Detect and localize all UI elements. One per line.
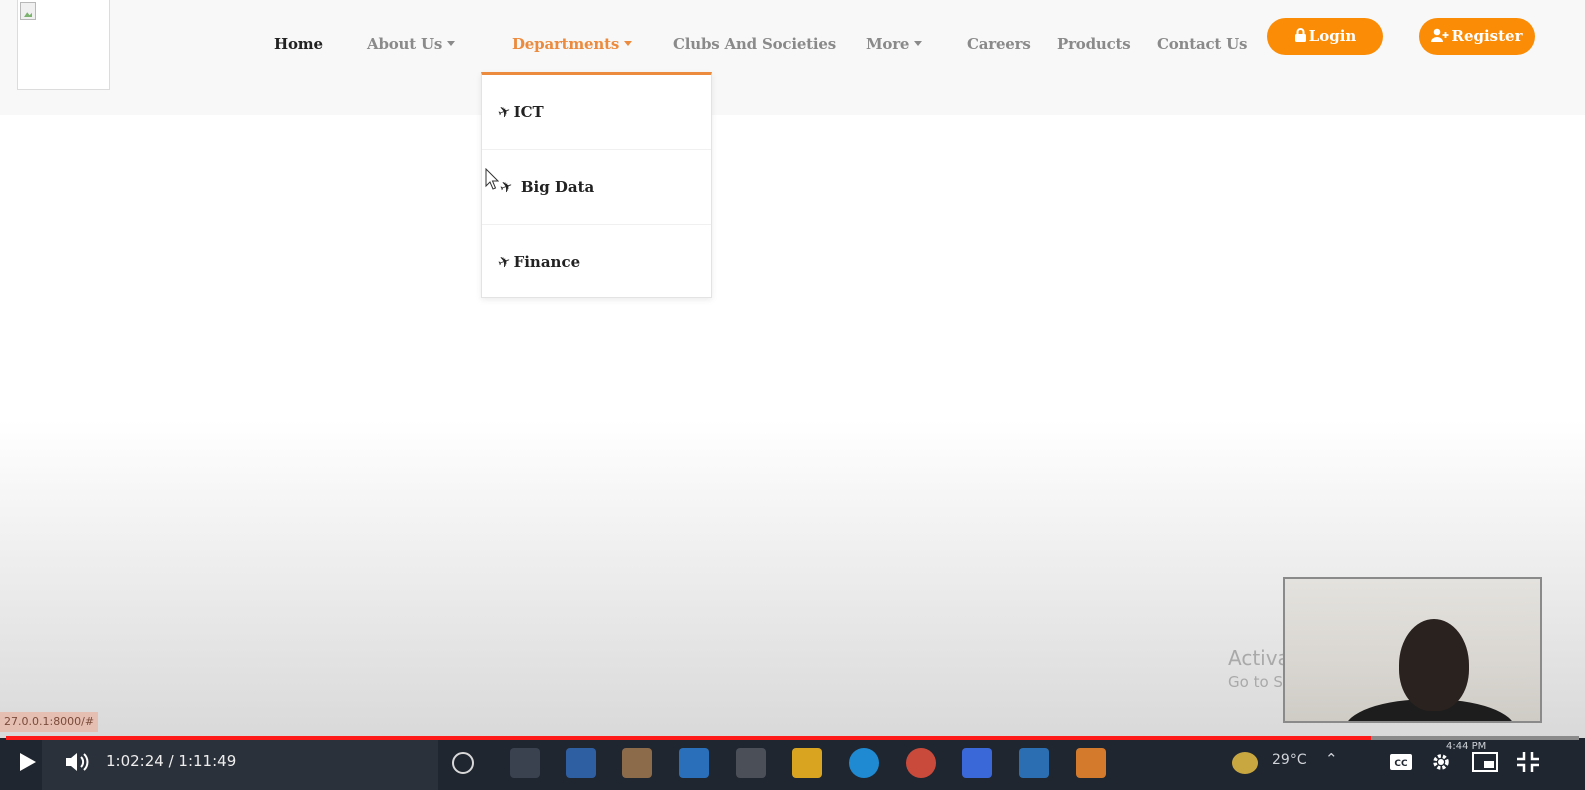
- volume-icon: [66, 752, 89, 771]
- tray-chevron-up-icon[interactable]: ⌃: [1325, 750, 1338, 768]
- caret-down-icon: [447, 41, 456, 46]
- file-explorer-icon[interactable]: [792, 748, 822, 778]
- nav-contact-us[interactable]: Contact Us: [1157, 32, 1248, 56]
- mail-icon[interactable]: [679, 748, 709, 778]
- watermark-subtitle: Go to S: [1228, 673, 1283, 691]
- dropdown-item-finance[interactable]: ✈Finance: [482, 224, 711, 298]
- play-button[interactable]: [18, 746, 38, 776]
- task-view-icon[interactable]: [510, 748, 540, 778]
- login-label: Login: [1308, 27, 1357, 45]
- mouse-pointer-icon: [485, 168, 499, 190]
- xampp-icon[interactable]: [1076, 748, 1106, 778]
- svg-text:CC: CC: [1394, 759, 1408, 769]
- exit-fullscreen-icon: [1517, 751, 1539, 772]
- caret-down-icon: [624, 41, 633, 46]
- volume-button[interactable]: [64, 746, 92, 776]
- taskbar-search-box[interactable]: [42, 738, 438, 790]
- exit-fullscreen-button[interactable]: [1516, 746, 1540, 776]
- windows-taskbar: [0, 738, 1585, 790]
- video-progress-fill: [6, 736, 1372, 740]
- nav-more-label: More: [866, 35, 910, 53]
- captions-button[interactable]: CC: [1389, 746, 1413, 776]
- nav-more[interactable]: More: [866, 32, 923, 56]
- captions-icon: CC: [1390, 753, 1412, 770]
- nav-departments-label: Departments: [512, 35, 620, 53]
- nav-clubs-and-societies[interactable]: Clubs And Societies: [673, 32, 836, 56]
- settings-button[interactable]: [1430, 746, 1452, 776]
- watermark-title: Activa: [1228, 646, 1290, 670]
- register-label: Register: [1451, 27, 1523, 45]
- nav-about-us-label: About Us: [367, 35, 443, 53]
- dropdown-item-ict[interactable]: ✈ICT: [482, 75, 711, 149]
- apps-grid-icon[interactable]: [736, 748, 766, 778]
- zoom-icon[interactable]: [962, 748, 992, 778]
- chrome-icon[interactable]: [906, 748, 936, 778]
- departments-dropdown-menu: ✈ICT ✈ Big Data ✈Finance: [481, 72, 712, 298]
- vscode-icon[interactable]: [1019, 748, 1049, 778]
- video-time-display: 1:02:24 / 1:11:49: [106, 752, 237, 770]
- dropdown-item-label: Big Data: [520, 178, 595, 196]
- presenter-head: [1399, 619, 1469, 711]
- weather-icon[interactable]: [1232, 752, 1258, 774]
- video-progress-bar[interactable]: [6, 736, 1579, 740]
- edge-icon[interactable]: [849, 748, 879, 778]
- site-navbar: Home About Us Departments Clubs And Soci…: [0, 0, 1585, 115]
- app-icon[interactable]: [566, 748, 596, 778]
- activate-windows-watermark: Activa Go to S: [1228, 646, 1290, 694]
- broken-image-icon: [20, 2, 36, 20]
- miniplayer-button[interactable]: [1472, 746, 1498, 776]
- status-bar-url: 27.0.0.1:8000/#: [0, 712, 99, 732]
- miniplayer-icon: [1472, 751, 1498, 772]
- dropdown-item-big-data[interactable]: ✈ Big Data: [482, 149, 711, 223]
- dropdown-item-label: Finance: [513, 253, 581, 271]
- nav-home[interactable]: Home: [274, 32, 323, 56]
- nav-departments[interactable]: Departments: [512, 32, 633, 56]
- store-icon[interactable]: [622, 748, 652, 778]
- user-plus-icon: [1431, 19, 1449, 56]
- cortana-icon[interactable]: [452, 752, 474, 774]
- nav-careers[interactable]: Careers: [967, 32, 1031, 56]
- login-button[interactable]: Login: [1267, 18, 1383, 55]
- gear-icon: [1433, 753, 1449, 770]
- nav-products[interactable]: Products: [1057, 32, 1131, 56]
- lock-icon: [1294, 19, 1307, 56]
- register-button[interactable]: Register: [1419, 18, 1535, 55]
- caret-down-icon: [914, 41, 923, 46]
- play-icon: [20, 752, 36, 771]
- dropdown-item-label: ICT: [513, 103, 544, 121]
- webcam-overlay: [1283, 577, 1542, 723]
- nav-about-us[interactable]: About Us: [367, 32, 456, 56]
- temperature-readout: 29°C: [1272, 752, 1307, 768]
- site-logo[interactable]: [17, 0, 110, 90]
